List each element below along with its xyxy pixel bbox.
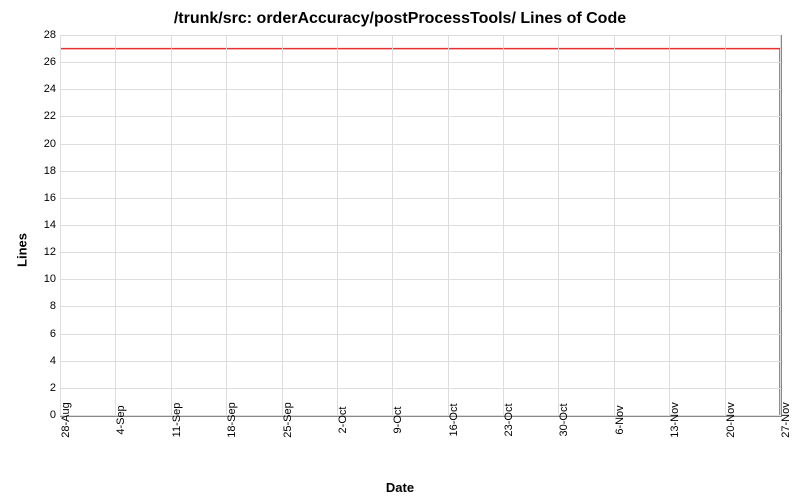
y-tick-label: 20 [26,138,56,150]
y-tick-label: 2 [26,382,56,394]
x-tick-label: 16-Oct [448,403,460,436]
x-tick-label: 30-Oct [558,403,570,436]
y-tick-label: 28 [26,29,56,41]
y-tick-label: 4 [26,355,56,367]
x-tick-label: 18-Sep [226,402,238,437]
y-tick-label: 16 [26,192,56,204]
x-tick-label: 28-Aug [60,402,72,437]
y-tick-label: 14 [26,219,56,231]
x-tick-label: 20-Nov [725,402,737,437]
x-tick-label: 9-Oct [392,407,404,434]
x-tick-label: 23-Oct [503,403,515,436]
x-tick-label: 2-Oct [337,407,349,434]
x-tick-label: 13-Nov [669,402,681,437]
y-tick-label: 8 [26,300,56,312]
chart-container: /trunk/src: orderAccuracy/postProcessToo… [0,0,800,500]
y-tick-label: 26 [26,56,56,68]
x-tick-label: 6-Nov [614,405,626,434]
y-tick-label: 10 [26,273,56,285]
plot-area [60,35,782,417]
x-tick-label: 25-Sep [282,402,294,437]
x-axis-label: Date [0,480,800,495]
y-tick-label: 24 [26,83,56,95]
y-tick-label: 18 [26,165,56,177]
y-tick-label: 0 [26,409,56,421]
x-tick-label: 4-Sep [115,405,127,434]
y-tick-label: 12 [26,246,56,258]
y-tick-label: 22 [26,110,56,122]
x-tick-label: 11-Sep [171,403,183,438]
chart-title: /trunk/src: orderAccuracy/postProcessToo… [0,10,800,28]
y-tick-label: 6 [26,328,56,340]
x-tick-label: 27-Nov [780,402,792,437]
